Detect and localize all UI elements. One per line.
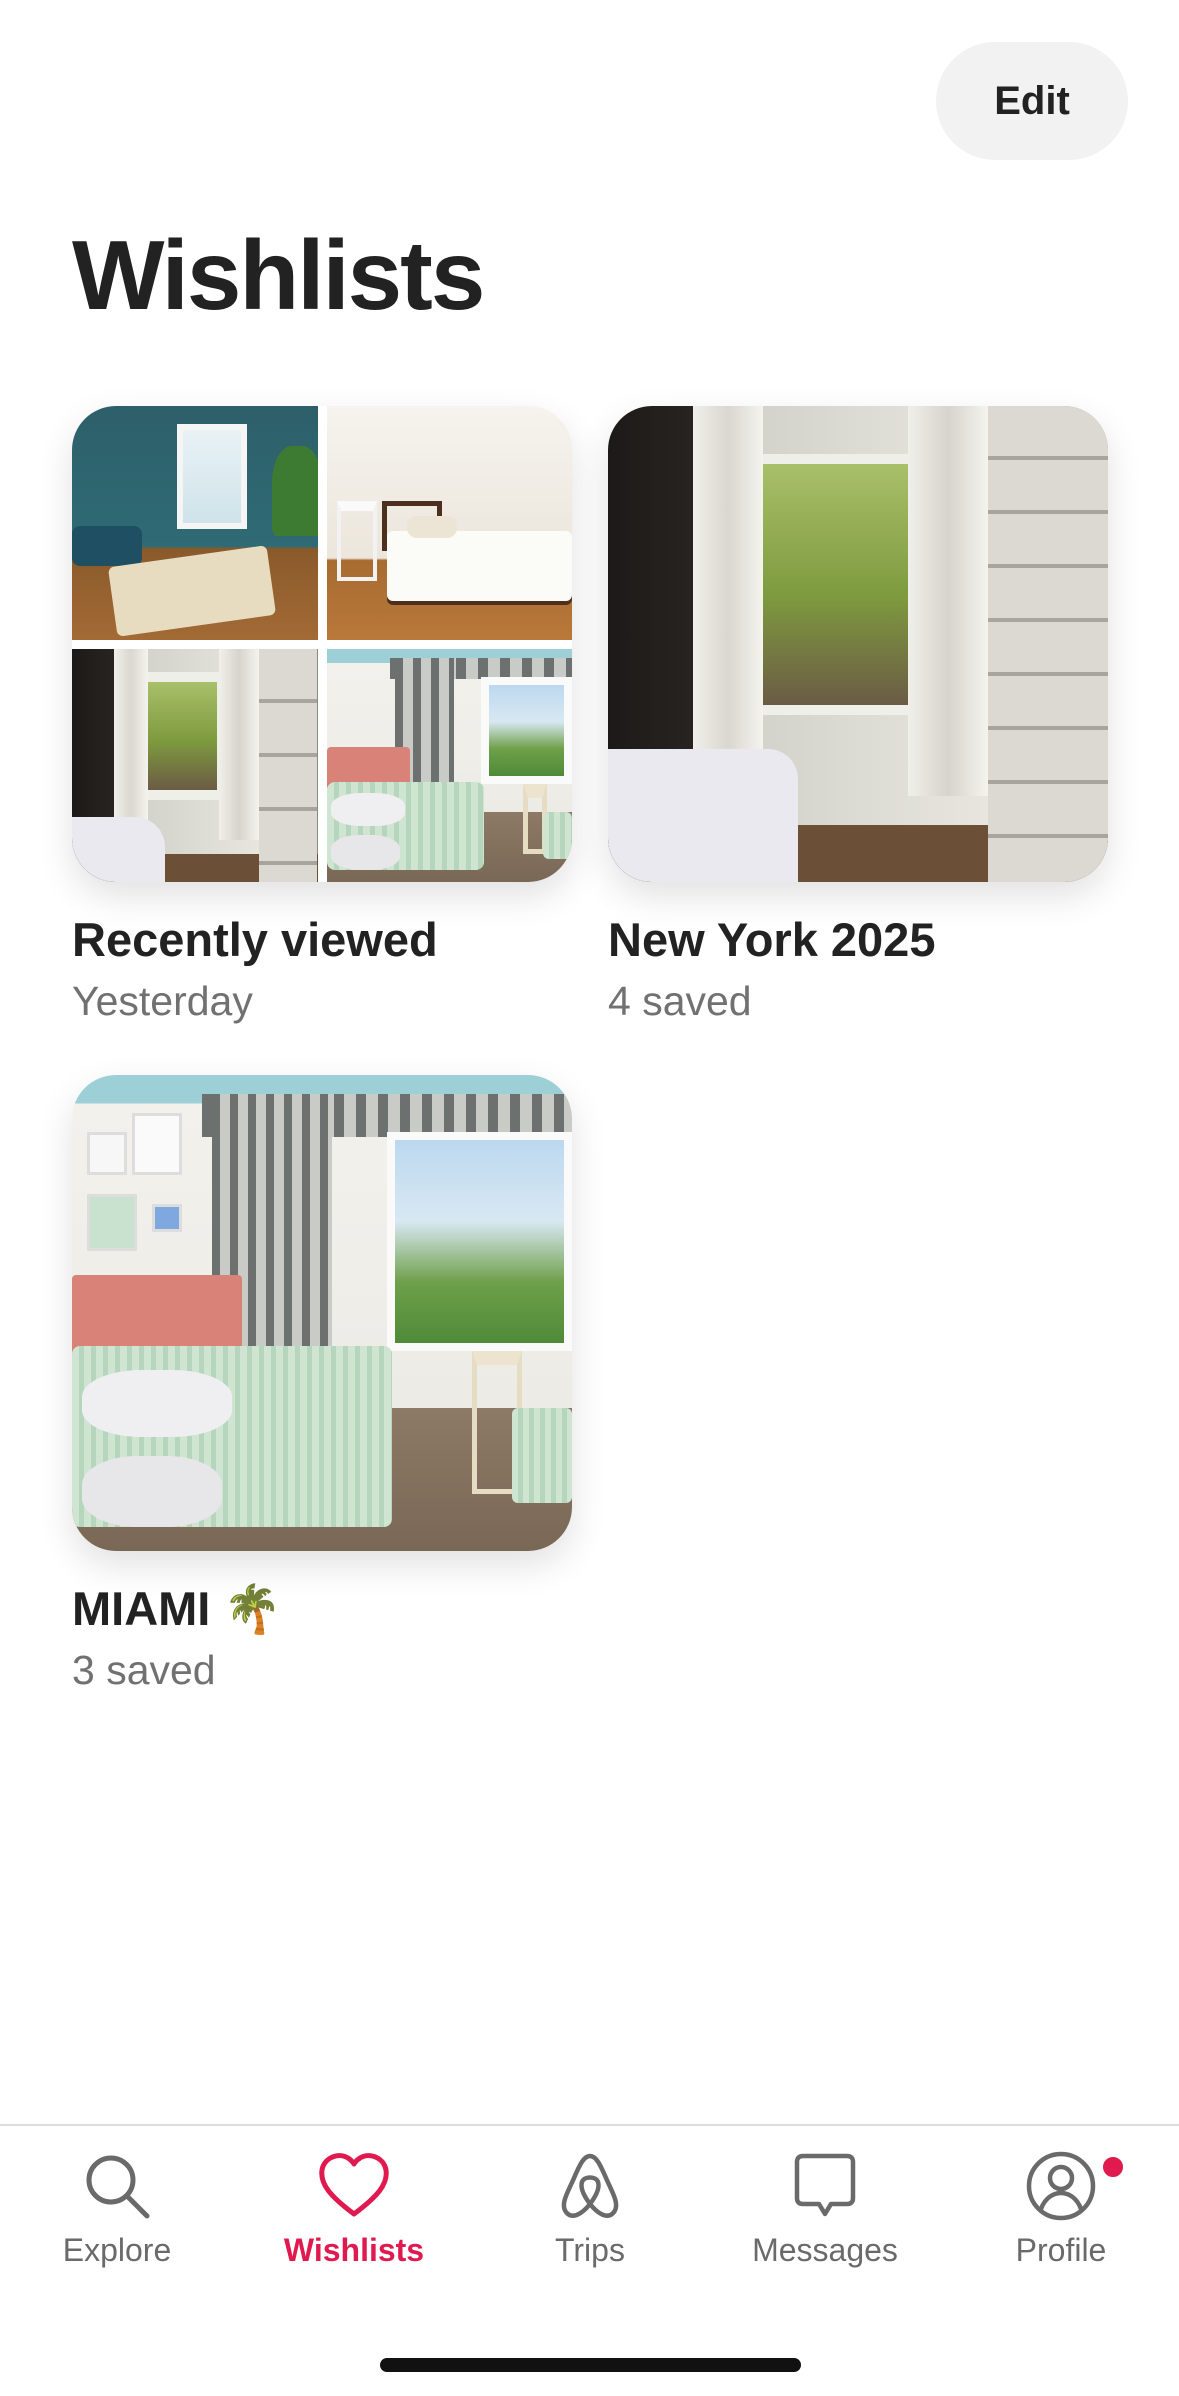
bottom-tab-bar: Explore Wishlists Trips Messages Profile: [0, 2124, 1179, 2396]
home-indicator: [380, 2358, 801, 2372]
profile-icon: [1026, 2151, 1096, 2221]
listing-photo: [72, 648, 318, 882]
wishlist-card-new-york[interactable]: New York 2025 4 saved: [608, 406, 1108, 1026]
wishlist-title: New York 2025: [608, 913, 936, 966]
wishlist-subtitle: 3 saved: [72, 1647, 216, 1693]
tab-trips[interactable]: Trips: [490, 2148, 690, 2270]
message-icon: [794, 2153, 856, 2217]
wishlist-subtitle: 4 saved: [608, 978, 752, 1024]
listing-photo: [326, 648, 572, 882]
tab-profile[interactable]: Profile: [961, 2148, 1161, 2270]
edit-button[interactable]: Edit: [936, 42, 1128, 160]
wishlist-thumbnail-collage[interactable]: [72, 406, 572, 882]
wishlist-thumbnail[interactable]: [72, 1075, 572, 1551]
tab-label: Trips: [555, 2232, 625, 2268]
tab-explore[interactable]: Explore: [17, 2148, 217, 2270]
wishlist-title: Recently viewed: [72, 913, 438, 966]
tab-label: Messages: [752, 2232, 898, 2268]
tab-messages[interactable]: Messages: [725, 2148, 925, 2270]
tab-wishlists[interactable]: Wishlists: [254, 2148, 454, 2270]
tab-label: Profile: [1015, 2232, 1107, 2268]
wishlist-thumbnail[interactable]: [608, 406, 1108, 882]
wishlist-card-miami[interactable]: MIAMI 🌴 3 saved: [72, 1075, 572, 1695]
notification-dot: [1100, 2154, 1126, 2180]
search-icon: [86, 2155, 150, 2219]
tab-label: Explore: [62, 2232, 172, 2268]
wishlist-card-recently-viewed[interactable]: Recently viewed Yesterday: [72, 406, 572, 1026]
listing-photo: [72, 406, 318, 640]
tab-label: Wishlists: [283, 2232, 425, 2268]
heart-icon: [319, 2153, 389, 2217]
airbnb-logo-icon: [561, 2153, 619, 2218]
page-title: Wishlists: [72, 220, 485, 330]
listing-photo: [326, 406, 572, 640]
wishlist-subtitle: Yesterday: [72, 978, 253, 1024]
wishlist-title: MIAMI 🌴: [72, 1582, 282, 1635]
